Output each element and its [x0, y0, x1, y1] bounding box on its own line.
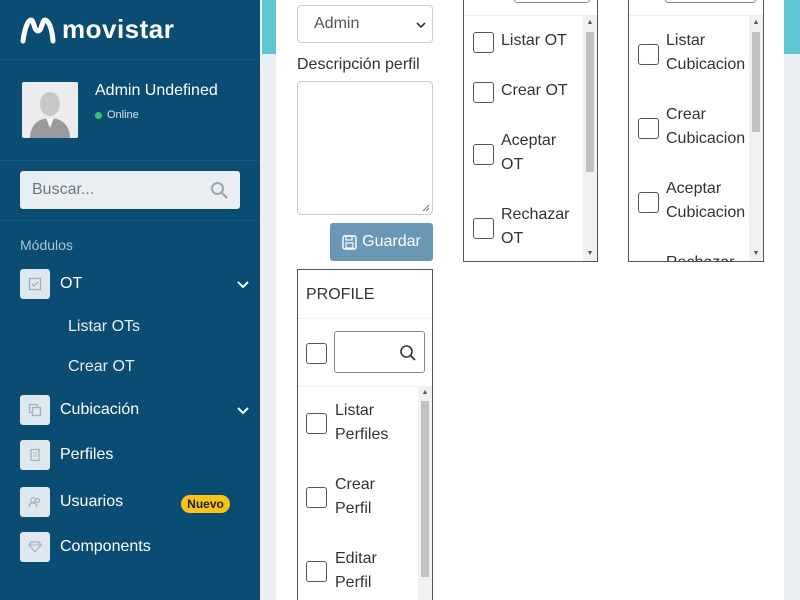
movistar-logo-icon: [20, 16, 56, 43]
sidebar-item-ot[interactable]: OT: [0, 264, 260, 304]
permission-checkbox[interactable]: [638, 118, 659, 139]
permission-checkbox[interactable]: [473, 218, 494, 239]
brand[interactable]: movistar: [0, 0, 260, 60]
checkbox-icon: [20, 269, 50, 299]
permission-label: Rechazar: [666, 251, 734, 261]
brand-name: movistar: [62, 14, 175, 44]
sidebar-item-components[interactable]: Components: [0, 527, 260, 567]
permission-filter-input[interactable]: [334, 331, 425, 373]
cubicacion-permissions-box: Listar Cubicacion Crear Cubicacion Aceptar…: [628, 0, 764, 262]
user-status: Online: [95, 109, 139, 121]
select-all-checkbox[interactable]: [306, 343, 327, 364]
scroll-up-arrow-icon[interactable]: ▲: [586, 19, 594, 27]
scrollbar-thumb[interactable]: [752, 32, 760, 132]
floppy-disk-icon: [342, 234, 357, 250]
sidebar-subitem-listar-ots[interactable]: Listar OTs: [68, 318, 140, 336]
header-accent-strip: [262, 0, 276, 54]
permission-checkbox[interactable]: [306, 561, 327, 582]
role-select-value: Admin: [314, 15, 360, 32]
permission-checkbox[interactable]: [473, 82, 494, 103]
online-dot-icon: [95, 111, 102, 119]
sidebar-item-label: Components: [60, 538, 151, 555]
permission-label: Crear OT: [501, 82, 568, 99]
permission-label: Crear Perfil: [335, 476, 376, 517]
avatar: [22, 82, 78, 138]
profile-permissions-box: PROFILE Listar Perfiles Crear Perfil Edita…: [297, 269, 433, 600]
scrollbar[interactable]: ▲: [418, 387, 432, 600]
scrollbar-thumb[interactable]: [586, 32, 594, 172]
sidebar-item-label: Perfiles: [60, 446, 114, 463]
divider: [629, 15, 763, 16]
permission-filter-input[interactable]: [514, 0, 590, 3]
permission-label: Aceptar Cubicacion: [666, 180, 746, 221]
scroll-up-arrow-icon[interactable]: ▲: [752, 19, 760, 27]
users-icon: [20, 487, 50, 517]
search-icon: [400, 345, 416, 361]
sidebar-item-perfiles[interactable]: Perfiles: [0, 435, 260, 475]
permission-checkbox[interactable]: [473, 32, 494, 53]
sidebar-subitem-crear-ot[interactable]: Crear OT: [68, 358, 135, 376]
user-status-label: Online: [107, 109, 139, 121]
divider: [464, 15, 597, 16]
gem-icon: [20, 532, 50, 562]
scrollbar-thumb[interactable]: [421, 401, 429, 577]
divider: [298, 318, 432, 319]
permission-checkbox[interactable]: [306, 487, 327, 508]
scroll-down-arrow-icon[interactable]: ▼: [752, 250, 760, 258]
divider: [298, 386, 432, 387]
copy-icon: [20, 395, 50, 425]
header-accent-strip-right: [784, 0, 800, 54]
save-button[interactable]: Guardar: [330, 223, 433, 261]
ot-permissions-box: Listar OT Crear OT Aceptar OT Rechazar OT …: [463, 0, 598, 262]
scrollbar[interactable]: ▲ ▼: [749, 16, 763, 261]
resize-handle-icon[interactable]: [422, 204, 430, 212]
sidebar-item-label: Cubicación: [60, 401, 140, 418]
search-input[interactable]: [20, 171, 240, 209]
new-badge: Nuevo: [181, 495, 230, 513]
permission-label: Editar Perfil: [335, 550, 377, 591]
chevron-down-icon: [237, 407, 249, 415]
permission-label: Listar OT: [501, 32, 567, 49]
nav-header: Módulos: [20, 237, 73, 253]
permission-checkbox[interactable]: [473, 144, 494, 165]
sidebar-item-cubicacion[interactable]: Cubicación: [0, 390, 260, 430]
chevron-down-icon: [416, 22, 426, 29]
document-icon: [20, 440, 50, 470]
search-icon[interactable]: [210, 181, 228, 199]
permission-checkbox[interactable]: [638, 44, 659, 65]
description-label: Descripción perfil: [297, 56, 420, 73]
permission-label: Crear Cubicacion: [666, 106, 746, 147]
role-select[interactable]: Admin: [297, 5, 433, 43]
sidebar: movistar Admin Undefined Online Módulos …: [0, 0, 260, 600]
search-section: [0, 161, 260, 221]
sidebar-item-label: Usuarios: [60, 493, 124, 510]
scroll-up-arrow-icon[interactable]: ▲: [421, 389, 429, 397]
save-button-label: Guardar: [362, 233, 421, 250]
permission-filter-input[interactable]: [665, 0, 756, 3]
permission-label: Listar Cubicacion: [666, 32, 746, 73]
chevron-down-icon: [237, 281, 249, 289]
user-name: Admin Undefined: [95, 82, 218, 99]
description-textarea[interactable]: [297, 81, 433, 215]
scrollbar[interactable]: ▲ ▼: [583, 16, 597, 261]
user-silhouette-icon: [22, 82, 78, 138]
scroll-down-arrow-icon[interactable]: ▼: [586, 250, 594, 258]
profile-permissions-title: PROFILE: [306, 286, 375, 303]
permission-label: Listar Perfiles: [335, 402, 389, 443]
permission-label: Rechazar OT: [501, 206, 570, 247]
permission-checkbox[interactable]: [306, 413, 327, 434]
sidebar-item-label: OT: [60, 275, 83, 292]
permission-label: Aceptar OT: [501, 132, 557, 173]
permission-checkbox[interactable]: [638, 192, 659, 213]
